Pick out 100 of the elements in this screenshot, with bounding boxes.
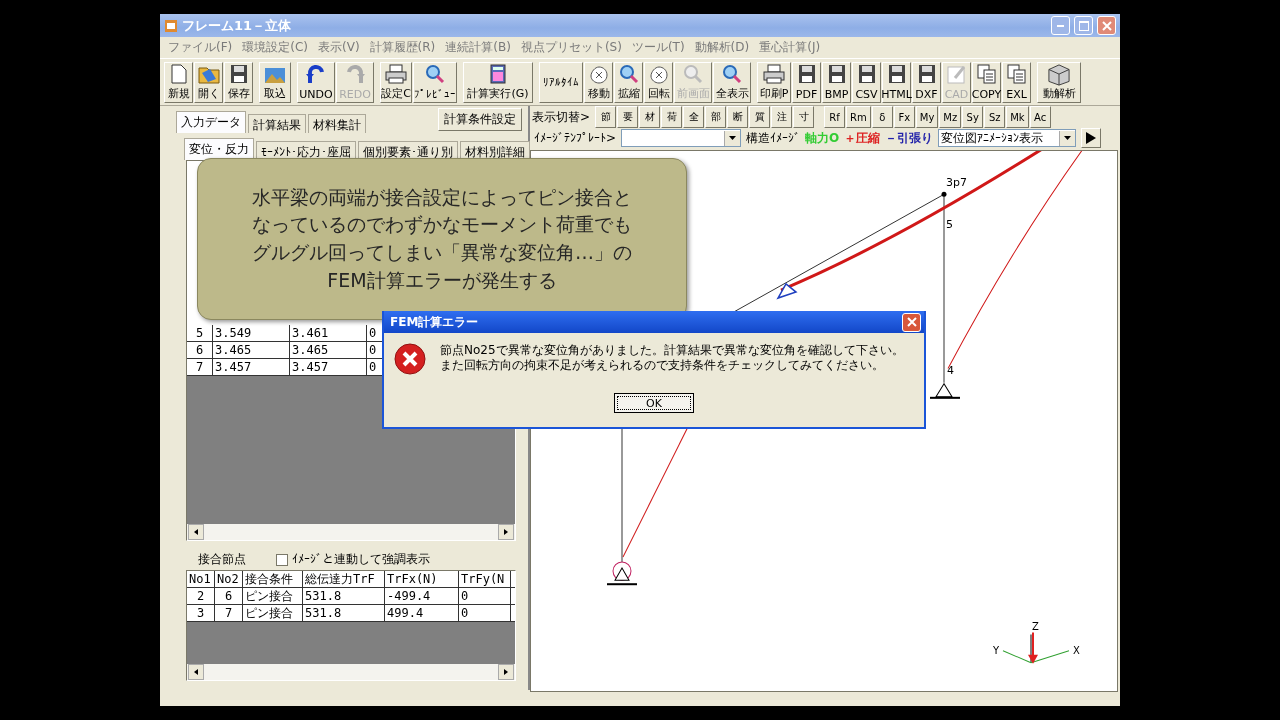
view-toggle-button[interactable]: 注 <box>771 106 793 128</box>
tab[interactable]: 変位・反力 <box>184 138 254 160</box>
column-header: No2 <box>215 571 243 587</box>
calculator-icon <box>490 63 506 84</box>
view-toggle-button[interactable]: 材 <box>639 106 661 128</box>
toolbar-button[interactable]: 設定C <box>380 61 412 103</box>
calc-settings-button[interactable]: 計算条件設定 <box>438 108 522 131</box>
node-label: 5 <box>946 217 953 231</box>
caret-icon <box>729 136 737 140</box>
menu-item[interactable]: 計算履歴(R) <box>369 39 436 56</box>
view-switch-label: 表示切替> <box>532 108 591 126</box>
toolbar-button[interactable]: ﾌﾟﾚﾋﾞｭｰ <box>413 61 457 103</box>
minimize-button[interactable] <box>1051 16 1070 35</box>
structure-label: 構造ｲﾒｰｼﾞ <box>746 129 801 147</box>
axis-triad-drawing <box>1002 632 1070 664</box>
toolbar-button[interactable]: 印刷P <box>757 61 791 103</box>
view-toggle-button[interactable]: Fx <box>893 106 915 128</box>
toolbar-button[interactable]: DXF <box>912 61 941 103</box>
menu-item[interactable]: 環境設定(C) <box>242 39 308 56</box>
toolbar-button[interactable]: 取込 <box>259 61 291 103</box>
tab[interactable]: 材料集計 <box>308 114 366 133</box>
play-button[interactable] <box>1081 128 1102 148</box>
column-header: 総伝達力TrF <box>303 571 385 587</box>
view-toggle-button[interactable]: 質 <box>749 106 771 128</box>
close-button[interactable] <box>902 312 921 332</box>
horizontal-scrollbar[interactable] <box>187 524 515 540</box>
view-toggle-button[interactable]: My <box>915 106 939 128</box>
table-cell: 531.8 <box>303 588 385 604</box>
view-toggle-button[interactable]: 断 <box>727 106 749 128</box>
view-toggle-button[interactable]: 全 <box>683 106 705 128</box>
toolbar-button[interactable]: 回転 <box>644 61 673 103</box>
close-icon <box>1101 20 1112 31</box>
maximize-button[interactable] <box>1074 16 1093 35</box>
toolbar-button[interactable]: HTML <box>882 61 911 103</box>
table-cell: -499.4 <box>385 588 459 604</box>
toolbar-button[interactable]: CSV <box>852 61 881 103</box>
view-toggle-button[interactable]: Ac <box>1029 106 1051 128</box>
toolbar-button[interactable]: UNDO <box>297 61 335 103</box>
view-toggle-button[interactable]: Rm <box>846 106 871 128</box>
magnifier-icon <box>618 63 639 84</box>
column-header: 接合条件 <box>243 571 303 587</box>
tab[interactable]: 入力データ <box>176 111 246 133</box>
view-toggle-button[interactable]: Rf <box>824 106 846 128</box>
legend-label: 軸力O <box>805 129 840 147</box>
table-cell: 6 <box>187 342 213 358</box>
menu-item[interactable]: ツール(T) <box>631 39 685 56</box>
minimize-icon <box>1057 24 1064 27</box>
toolbar-button[interactable]: PDF <box>792 61 821 103</box>
close-button[interactable] <box>1097 16 1116 35</box>
toolbar-button[interactable]: 動解析 <box>1037 61 1081 103</box>
toolbar-button[interactable]: 新規 <box>164 61 193 103</box>
template-dropdown[interactable] <box>621 129 742 147</box>
table-cell: 3.461 <box>290 325 367 341</box>
table-cell: 0 <box>459 588 511 604</box>
magnifier-icon <box>683 63 703 84</box>
copy-icon <box>1006 63 1027 84</box>
toolbar-button[interactable]: 保存 <box>224 61 253 103</box>
menu-item[interactable]: 視点プリセット(S) <box>520 39 622 56</box>
error-message: 節点No25で異常な変位角がありました。計算結果で異常な変位角を確認して下さい。 <box>440 343 904 358</box>
toolbar-button[interactable]: ﾘｱﾙﾀｲﾑ <box>539 61 583 103</box>
axis-label: Y <box>993 644 1000 656</box>
error-icon <box>394 343 426 375</box>
view-toggle-button[interactable]: 荷 <box>661 106 683 128</box>
table-cell: 499.4 <box>385 605 459 621</box>
checkbox[interactable] <box>276 553 288 566</box>
node-icon <box>941 191 947 197</box>
menu-item[interactable]: ファイル(F) <box>168 39 233 56</box>
tab[interactable]: 計算結果 <box>248 114 306 133</box>
table-cell: 7 <box>187 359 213 375</box>
menu-item[interactable]: 動解析(D) <box>694 39 750 56</box>
view-toggle-button[interactable]: δ <box>871 106 893 128</box>
view-toggle-button[interactable]: Sy <box>962 106 984 128</box>
menu-item[interactable]: 表示(V) <box>318 39 360 56</box>
toolbar-button[interactable]: BMP <box>822 61 851 103</box>
view-toggle-button[interactable]: 要 <box>617 106 639 128</box>
view-toggle-button[interactable]: Sz <box>984 106 1006 128</box>
view-toggle-button[interactable]: 部 <box>705 106 727 128</box>
table-cell: 3 <box>187 605 215 621</box>
menu-item[interactable]: 重心計算(J) <box>759 39 821 56</box>
toolbar-button[interactable]: COPY <box>972 61 1001 103</box>
horizontal-scrollbar[interactable] <box>187 664 515 680</box>
table-cell: 3.457 <box>290 359 367 375</box>
animation-dropdown[interactable]: 変位図ｱﾆﾒｰｼｮﾝ表示 <box>938 129 1077 147</box>
axis-label: X <box>1073 644 1080 656</box>
toolbar-button[interactable]: 全表示 <box>713 61 751 103</box>
toolbar-button[interactable]: 移動 <box>584 61 613 103</box>
floppy-icon <box>827 63 846 84</box>
ok-button[interactable]: OK <box>614 393 694 413</box>
view-toggle-button[interactable]: Mz <box>939 106 962 128</box>
view-toggle-button[interactable]: Mk <box>1006 106 1029 128</box>
view-toggle-button[interactable]: 節 <box>595 106 617 128</box>
table-cell: 7 <box>215 605 243 621</box>
toolbar-button[interactable]: 拡縮 <box>614 61 643 103</box>
view-toggle-button[interactable]: 寸 <box>793 106 815 128</box>
close-icon <box>906 317 917 327</box>
toolbar-button[interactable]: 開く <box>194 61 223 103</box>
copy-icon <box>976 63 997 84</box>
toolbar-button[interactable]: EXL <box>1002 61 1031 103</box>
menu-item[interactable]: 連続計算(B) <box>445 39 511 56</box>
toolbar-button[interactable]: 計算実行(G) <box>463 61 533 103</box>
